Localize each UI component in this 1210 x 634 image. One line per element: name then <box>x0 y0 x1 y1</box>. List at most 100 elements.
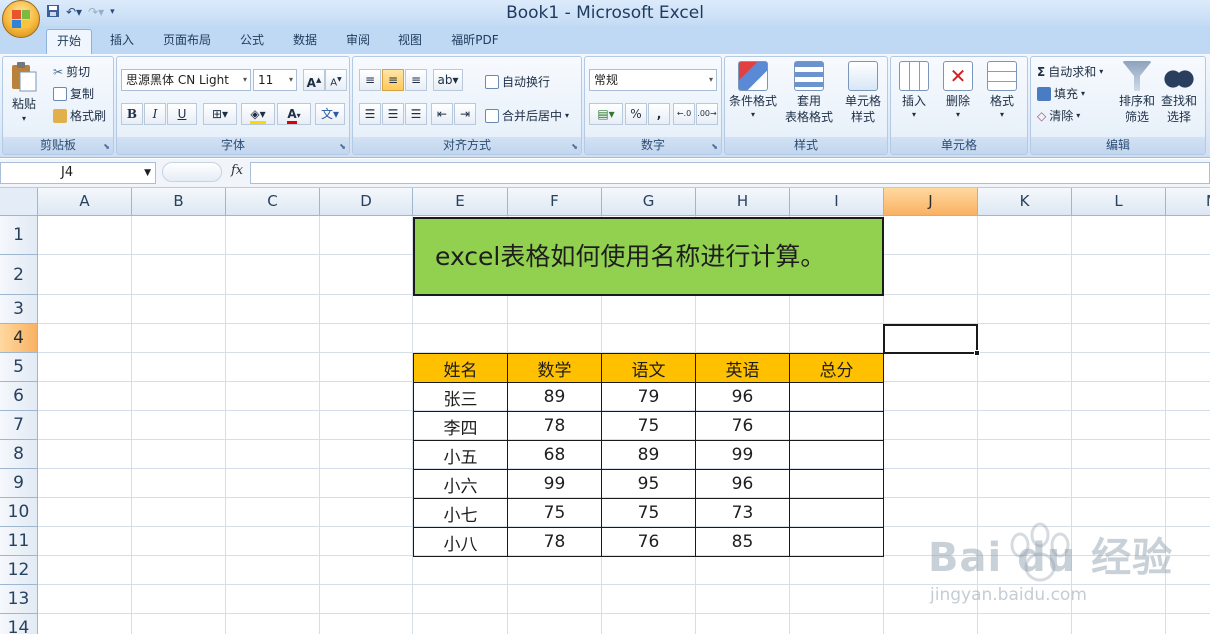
insert-function-icon[interactable]: fx <box>231 163 243 178</box>
phonetic-button[interactable]: 文▾ <box>315 103 345 125</box>
number-format-select[interactable]: 常规 ▾ <box>589 69 717 91</box>
row-header-2[interactable]: 2 <box>0 255 38 295</box>
row-header-14[interactable]: 14 <box>0 614 38 634</box>
column-header-g[interactable]: G <box>602 188 696 216</box>
tab-data[interactable]: 数据 <box>283 29 327 54</box>
column-header-k[interactable]: K <box>978 188 1072 216</box>
increase-decimal-button[interactable]: ←.0 <box>673 103 695 125</box>
column-header-f[interactable]: F <box>508 188 602 216</box>
column-header-c[interactable]: C <box>226 188 320 216</box>
table-cell[interactable]: 99 <box>507 469 602 499</box>
table-cell[interactable] <box>789 440 884 470</box>
table-cell[interactable]: 小六 <box>413 469 508 499</box>
find-select-button[interactable]: 查找和 选择 <box>1161 61 1197 125</box>
format-as-table-button[interactable]: 套用 表格格式 <box>785 61 833 125</box>
currency-button[interactable]: ▤▾ <box>589 103 623 125</box>
fill-button[interactable]: 填充 ▾ <box>1037 85 1085 102</box>
table-cell[interactable]: 小五 <box>413 440 508 470</box>
dialog-launcher-icon[interactable]: ⬊ <box>571 142 578 151</box>
row-header-12[interactable]: 12 <box>0 556 38 585</box>
table-cell[interactable]: 78 <box>507 411 602 441</box>
align-bottom-button[interactable]: ≡ <box>405 69 427 91</box>
column-header-b[interactable]: B <box>132 188 226 216</box>
conditional-format-button[interactable]: 条件格式 ▾ <box>729 61 777 119</box>
clear-button[interactable]: ◇ 清除 ▾ <box>1037 107 1080 124</box>
table-cell[interactable]: 96 <box>695 382 790 412</box>
row-header-4[interactable]: 4 <box>0 324 38 353</box>
merge-center-button[interactable]: 合并后居中 ▾ <box>485 107 569 124</box>
column-header-d[interactable]: D <box>320 188 413 216</box>
format-cells-button[interactable]: 格式 ▾ <box>987 61 1017 119</box>
column-header-i[interactable]: I <box>790 188 884 216</box>
borders-button[interactable]: ⊞▾ <box>203 103 237 125</box>
orientation-button[interactable]: ab▾ <box>433 69 463 91</box>
underline-button[interactable]: U <box>167 103 197 125</box>
table-cell[interactable]: 96 <box>695 469 790 499</box>
comma-button[interactable]: , <box>648 103 670 125</box>
column-header-l[interactable]: L <box>1072 188 1166 216</box>
table-cell[interactable]: 73 <box>695 498 790 528</box>
cell-styles-button[interactable]: 单元格 样式 <box>845 61 881 125</box>
row-header-8[interactable]: 8 <box>0 440 38 469</box>
table-cell[interactable]: 89 <box>601 440 696 470</box>
table-cell[interactable]: 89 <box>507 382 602 412</box>
column-header-m[interactable]: M <box>1166 188 1210 216</box>
italic-button[interactable]: I <box>144 103 166 125</box>
column-header-j[interactable]: J <box>884 188 978 216</box>
table-cell[interactable]: 78 <box>507 527 602 557</box>
row-header-1[interactable]: 1 <box>0 216 38 255</box>
dialog-launcher-icon[interactable]: ⬊ <box>339 142 346 151</box>
formula-expand-handle[interactable] <box>162 162 222 182</box>
table-cell[interactable]: 85 <box>695 527 790 557</box>
title-merged-cell[interactable]: excel表格如何使用名称进行计算。 <box>413 217 884 296</box>
tab-view[interactable]: 视图 <box>388 29 432 54</box>
column-header-e[interactable]: E <box>413 188 508 216</box>
table-cell[interactable]: 75 <box>601 411 696 441</box>
table-cell[interactable]: 75 <box>507 498 602 528</box>
decrease-decimal-button[interactable]: .00→ <box>696 103 718 125</box>
tab-formulas[interactable]: 公式 <box>230 29 274 54</box>
table-cell[interactable]: 76 <box>695 411 790 441</box>
header-cell-math[interactable]: 数学 <box>507 353 602 383</box>
tab-review[interactable]: 审阅 <box>336 29 380 54</box>
increase-indent-button[interactable]: ⇥ <box>454 103 476 125</box>
table-cell[interactable]: 小七 <box>413 498 508 528</box>
row-header-9[interactable]: 9 <box>0 469 38 498</box>
tab-insert[interactable]: 插入 <box>100 29 144 54</box>
select-all-corner[interactable] <box>0 188 38 216</box>
table-cell[interactable] <box>789 527 884 557</box>
formula-input[interactable] <box>250 162 1210 184</box>
header-cell-total[interactable]: 总分 <box>789 353 884 383</box>
table-cell[interactable]: 76 <box>601 527 696 557</box>
cut-button[interactable]: ✂ 剪切 <box>53 63 90 80</box>
font-color-button[interactable]: A▾ <box>277 103 311 125</box>
name-box[interactable]: J4 ▼ <box>0 162 156 184</box>
table-cell[interactable]: 99 <box>695 440 790 470</box>
fill-handle[interactable] <box>974 350 980 356</box>
row-header-3[interactable]: 3 <box>0 295 38 324</box>
row-header-11[interactable]: 11 <box>0 527 38 556</box>
header-cell-english[interactable]: 英语 <box>695 353 790 383</box>
bold-button[interactable]: B <box>121 103 143 125</box>
align-center-button[interactable]: ☰ <box>382 103 404 125</box>
autosum-button[interactable]: Σ 自动求和 ▾ <box>1037 63 1103 80</box>
align-middle-button[interactable]: ≡ <box>382 69 404 91</box>
delete-cells-button[interactable]: ✕ 删除 ▾ <box>943 61 973 119</box>
shrink-font-button[interactable]: A▼ <box>325 69 347 91</box>
table-cell[interactable]: 95 <box>601 469 696 499</box>
table-cell[interactable]: 李四 <box>413 411 508 441</box>
table-cell[interactable] <box>789 498 884 528</box>
format-painter-button[interactable]: 格式刷 <box>53 107 106 124</box>
tab-page-layout[interactable]: 页面布局 <box>154 29 220 54</box>
table-cell[interactable]: 68 <box>507 440 602 470</box>
row-header-5[interactable]: 5 <box>0 353 38 382</box>
row-header-10[interactable]: 10 <box>0 498 38 527</box>
dialog-launcher-icon[interactable]: ⬊ <box>711 142 718 151</box>
insert-cells-button[interactable]: 插入 ▾ <box>899 61 929 119</box>
grow-font-button[interactable]: A▲ <box>303 69 325 91</box>
header-cell-name[interactable]: 姓名 <box>413 353 508 383</box>
font-size-select[interactable]: 11 ▾ <box>253 69 297 91</box>
active-cell-selection[interactable] <box>883 324 978 354</box>
align-right-button[interactable]: ☰ <box>405 103 427 125</box>
wrap-text-button[interactable]: 自动换行 <box>485 73 550 90</box>
